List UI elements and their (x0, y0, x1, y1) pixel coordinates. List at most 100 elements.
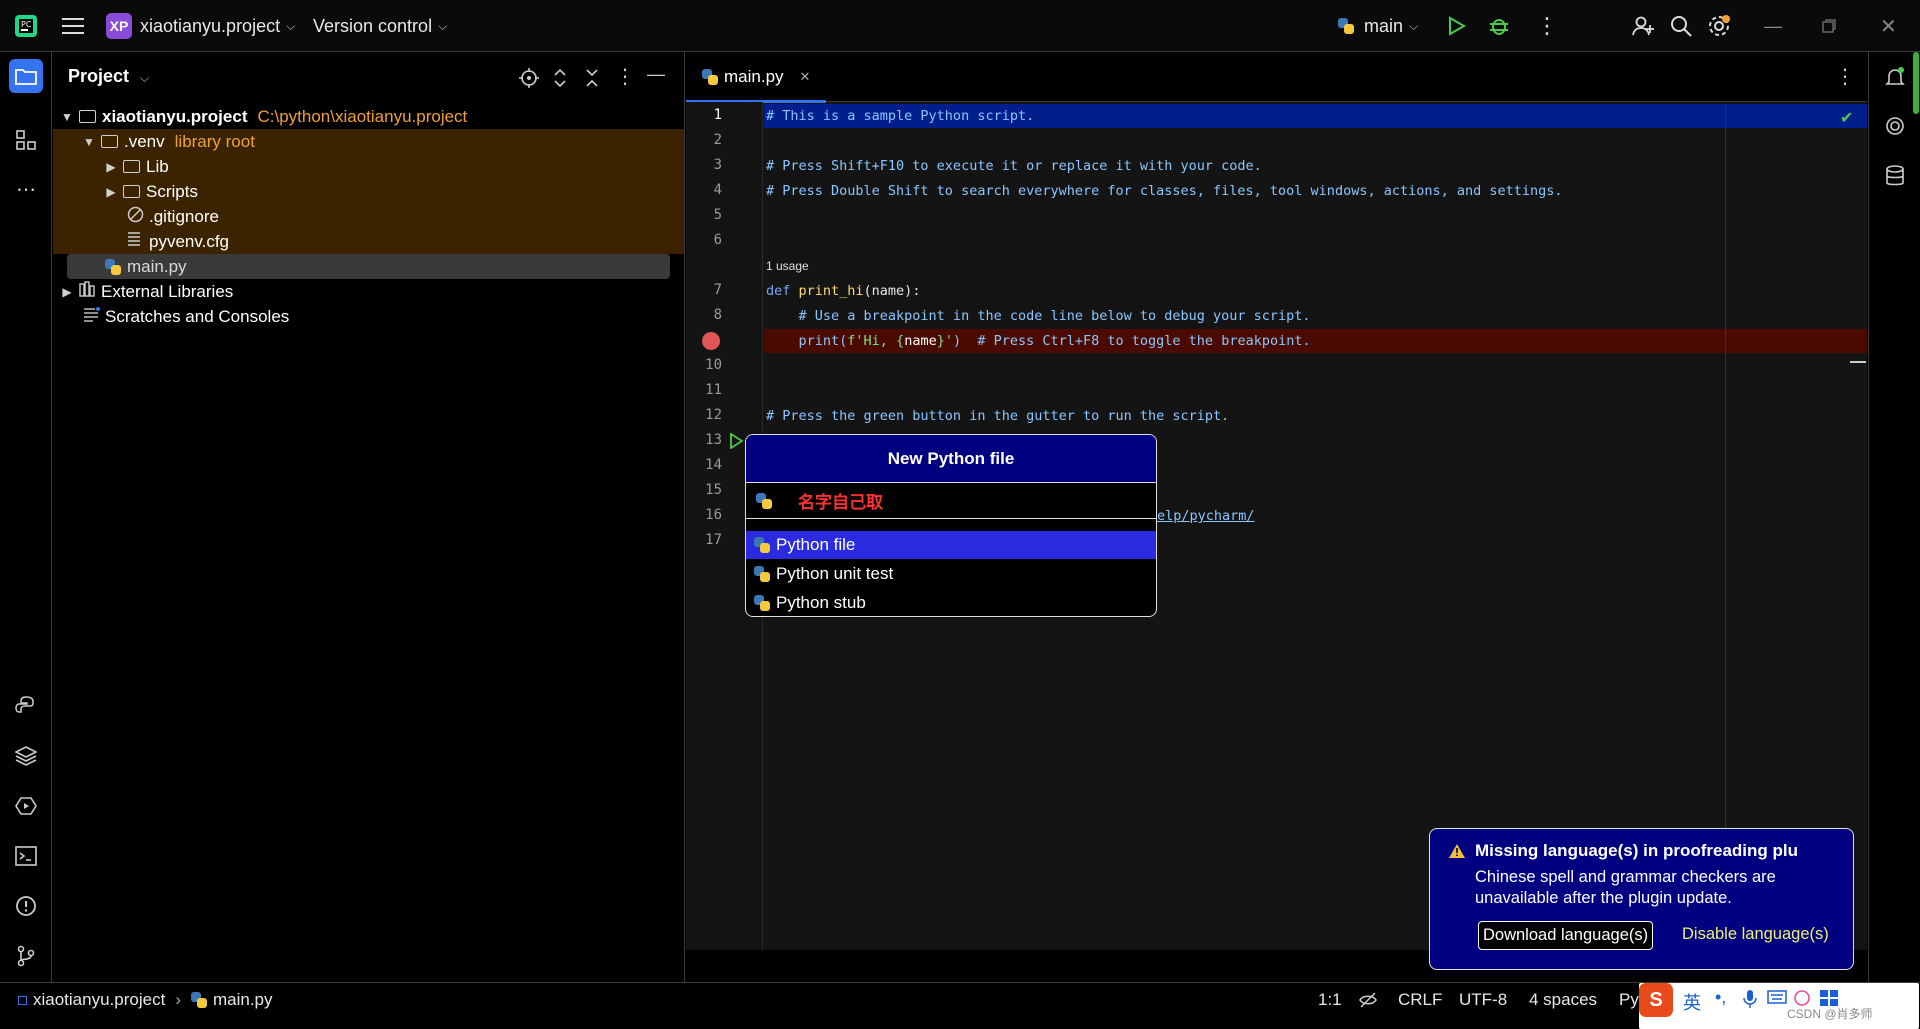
line-number: 17 (705, 532, 722, 548)
tree-item-project-root[interactable]: ▼ xiaotianyu.project C:\python\xiaotiany… (53, 104, 684, 129)
version-control-menu[interactable]: Version control ⌵ (313, 0, 447, 52)
no-inspection-icon[interactable] (1358, 983, 1378, 1017)
run-button[interactable] (1446, 0, 1466, 52)
layers-icon[interactable] (9, 739, 43, 773)
python-icon (756, 492, 772, 509)
tree-item-main-py[interactable]: main.py (67, 254, 670, 279)
scrollbar-marker (1850, 361, 1866, 363)
project-badge: XP (106, 13, 132, 39)
editor-options-icon[interactable]: ⋮ (1835, 64, 1855, 89)
left-tool-strip: ⋯ (0, 52, 52, 982)
project-selector[interactable]: XP xiaotianyu.project ⌵ (106, 0, 295, 52)
project-name: xiaotianyu.project (140, 15, 281, 36)
python-packages-icon[interactable] (9, 689, 43, 723)
run-gutter-icon[interactable] (729, 432, 744, 454)
tree-item-lib[interactable]: ▶ Lib (53, 154, 684, 179)
file-name-input[interactable]: 名字自己取 (746, 483, 1156, 519)
caret-position[interactable]: 1:1 (1318, 983, 1342, 1017)
download-languages-button[interactable]: Download language(s) (1478, 921, 1654, 950)
line-number: 1 (713, 107, 722, 123)
chevron-down-icon: ⌵ (140, 71, 150, 85)
keyboard-icon[interactable] (1767, 989, 1787, 1010)
line-number: 8 (713, 307, 722, 323)
restore-button[interactable] (1822, 0, 1836, 52)
more-actions-icon[interactable]: ⋮ (1536, 0, 1558, 52)
database-icon[interactable] (1878, 159, 1912, 193)
tree-item-label: Lib (146, 156, 169, 176)
hide-panel-icon[interactable]: — (647, 64, 665, 85)
debug-button[interactable] (1488, 0, 1510, 52)
minimize-button[interactable]: — (1764, 0, 1782, 52)
services-run-icon[interactable] (9, 789, 43, 823)
scrollbar-thumb[interactable] (1913, 52, 1919, 114)
panel-options-icon[interactable]: ⋮ (615, 64, 635, 89)
code-link[interactable]: elp/pycharm/ (1157, 508, 1255, 524)
folder-icon (79, 110, 96, 123)
line-number: 6 (713, 232, 722, 248)
python-icon (754, 595, 770, 611)
code-line: # Press Shift+F10 to execute it or repla… (766, 158, 1262, 174)
code-line: # Press the green button in the gutter t… (766, 408, 1230, 424)
indent-setting[interactable]: 4 spaces (1529, 983, 1597, 1017)
python-interpreter[interactable]: Py (1619, 983, 1639, 1017)
option-python-file[interactable]: Python file (746, 531, 1156, 559)
option-python-unit-test[interactable]: Python unit test (746, 560, 1156, 588)
project-panel-header[interactable]: Project ⌵ (68, 66, 149, 87)
python-icon (1338, 18, 1354, 34)
right-tool-strip (1868, 52, 1920, 982)
breadcrumb-file[interactable]: main.py (213, 990, 273, 1010)
git-branch-icon[interactable] (9, 939, 43, 973)
breadcrumb-project[interactable]: xiaotianyu.project (33, 990, 165, 1010)
tree-item-venv[interactable]: ▼ .venv library root (53, 129, 684, 154)
chevron-right-icon: ▶ (106, 159, 116, 174)
tree-item-scratches[interactable]: Scratches and Consoles (53, 304, 684, 329)
search-icon[interactable] (1670, 0, 1692, 52)
settings-gear-icon[interactable] (1707, 0, 1731, 52)
close-tab-icon[interactable]: ✕ (800, 69, 811, 85)
file-encoding[interactable]: UTF-8 (1459, 983, 1507, 1017)
punctuation-icon[interactable]: •, (1715, 987, 1726, 1008)
breakpoint-icon[interactable] (702, 332, 720, 350)
folder-icon (123, 160, 140, 173)
tree-item-label: pyvenv.cfg (149, 231, 230, 251)
tab-main-py[interactable]: main.py ✕ (686, 52, 826, 103)
run-config-label: main (1364, 15, 1404, 36)
ai-assistant-icon[interactable] (1878, 109, 1912, 143)
notification-title: Missing language(s) in proofreading plu (1475, 841, 1799, 860)
collapse-all-icon[interactable] (584, 68, 600, 93)
run-config-selector[interactable]: main ⌵ (1338, 0, 1418, 52)
expand-all-icon[interactable] (552, 68, 568, 93)
project-panel-title: Project (68, 66, 130, 86)
notification-body: Chinese spell and grammar checkers are (1475, 868, 1776, 886)
terminal-icon[interactable] (9, 839, 43, 873)
disable-languages-link[interactable]: Disable language(s) (1682, 925, 1829, 944)
line-separator[interactable]: CRLF (1398, 983, 1442, 1017)
structure-icon[interactable] (9, 123, 43, 157)
project-folder-icon[interactable] (9, 59, 43, 93)
add-user-icon[interactable] (1632, 0, 1654, 52)
line-number: 16 (705, 507, 722, 523)
microphone-icon[interactable] (1743, 989, 1757, 1014)
sogou-ime-icon[interactable]: S (1639, 983, 1673, 1017)
library-root-tag: library root (174, 131, 255, 151)
proofreading-notification: Missing language(s) in proofreading plu … (1429, 828, 1854, 970)
tree-item-external-libraries[interactable]: ▶ External Libraries (53, 279, 684, 304)
python-icon (754, 566, 770, 582)
tree-item-pyvenv-cfg[interactable]: pyvenv.cfg (53, 229, 684, 254)
main-menu-icon[interactable] (62, 0, 84, 52)
python-file-icon (702, 69, 718, 85)
tree-item-label: .venv (124, 131, 165, 151)
code-line: print(f'Hi, {name}') # Press Ctrl+F8 to … (766, 333, 1311, 349)
no-problems-check-icon: ✔ (1840, 110, 1854, 127)
notifications-bell-icon[interactable] (1878, 60, 1912, 94)
usage-hint[interactable]: 1 usage (766, 259, 809, 273)
option-python-stub[interactable]: Python stub (746, 589, 1156, 616)
tree-item-gitignore[interactable]: .gitignore (53, 204, 684, 229)
tree-item-scripts[interactable]: ▶ Scripts (53, 179, 684, 204)
locate-file-icon[interactable] (519, 68, 539, 93)
line-number: 5 (713, 207, 722, 223)
more-tools-icon[interactable]: ⋯ (9, 172, 43, 206)
ime-language-toggle[interactable]: 英 (1683, 989, 1701, 1015)
close-window-button[interactable]: ✕ (1880, 0, 1897, 52)
problems-icon[interactable] (9, 889, 43, 923)
